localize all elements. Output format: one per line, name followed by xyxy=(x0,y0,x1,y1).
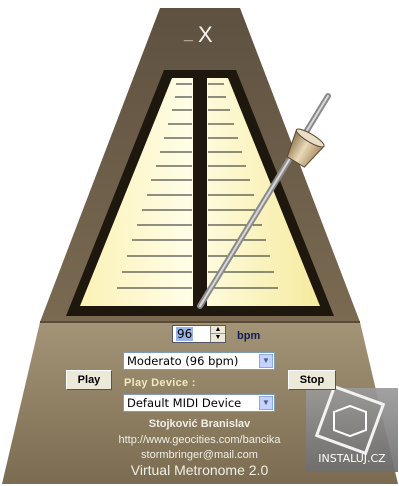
chevron-down-icon[interactable]: ▼ xyxy=(259,396,273,410)
tempo-preset-select[interactable]: Moderato (96 bpm) ▼ xyxy=(123,352,275,370)
close-button[interactable]: X xyxy=(198,22,213,48)
play-device-select[interactable]: Default MIDI Device ▼ xyxy=(123,394,275,412)
minimize-button[interactable]: _ xyxy=(184,26,193,44)
chevron-down-icon[interactable]: ▼ xyxy=(259,354,273,368)
play-device-label: Play Device : xyxy=(124,377,196,389)
tempo-preset-value: Moderato (96 bpm) xyxy=(127,354,239,368)
watermark-text: INSTALUJ.CZ xyxy=(318,452,386,465)
spin-up-icon[interactable]: ▲ xyxy=(211,326,225,334)
tempo-value[interactable]: 96 xyxy=(176,327,194,341)
bpm-label: bpm xyxy=(237,330,261,342)
watermark: INSTALUJ.CZ xyxy=(306,388,398,472)
tempo-spinner[interactable]: ▲ ▼ xyxy=(210,326,225,342)
metronome-window: _ X 96 ▲ ▼ bpm Moderato (96 bpm) ▼ Play … xyxy=(0,0,399,486)
center-column xyxy=(193,78,207,306)
tempo-spinbox[interactable]: 96 ▲ ▼ xyxy=(172,325,226,343)
play-device-value: Default MIDI Device xyxy=(127,396,242,410)
stop-button[interactable]: Stop xyxy=(288,370,336,390)
spin-down-icon[interactable]: ▼ xyxy=(211,334,225,341)
play-button[interactable]: Play xyxy=(66,370,112,390)
